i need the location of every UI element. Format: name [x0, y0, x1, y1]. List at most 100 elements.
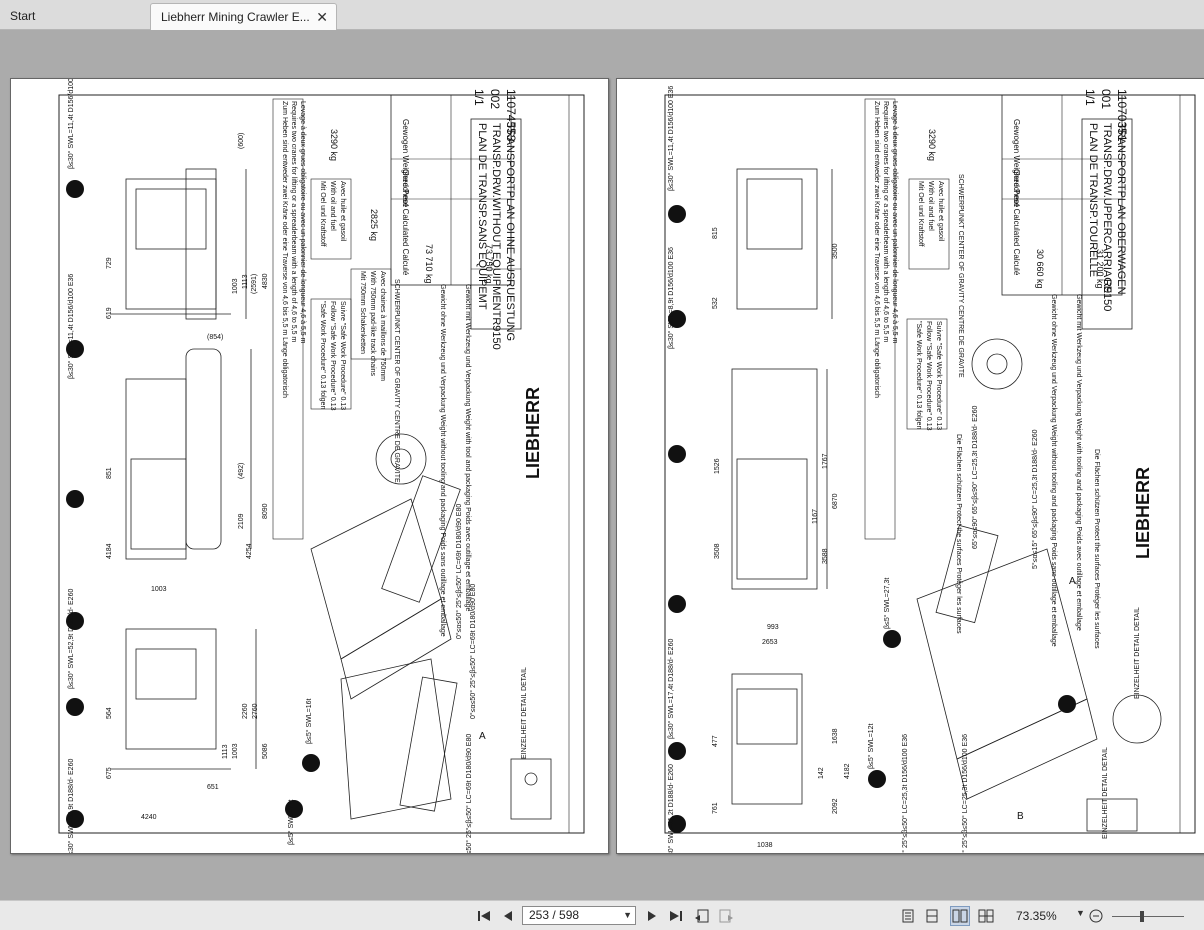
right-top-view-drawing	[736, 168, 833, 319]
next-page-icon	[648, 911, 656, 921]
right-swp-en: Follow "Safe Work Procedure" 0.13	[925, 321, 932, 431]
bottom-toolbar: 253 / 598 ▼ 73.35% ▼	[0, 900, 1204, 930]
left-lifting-en: Requires two cranes for lifting or a spr…	[290, 101, 297, 342]
left-oil-weight: 3290 kg	[329, 129, 339, 161]
left-shackle-label-3: 0°≤α≤50° 25°≤β≤50° LC=69t D180/d90 E80	[465, 734, 473, 853]
left-shackle-label-2: 0°≤α≤50° 25°≤β≤50° LC=69t D180/d90 E80	[469, 584, 477, 719]
two-page-continuous-view-button[interactable]	[976, 906, 996, 926]
left-oil-de: Mit Oel und Kraftstoff	[319, 181, 326, 247]
zoom-slider-thumb[interactable]	[1140, 911, 1144, 922]
left-chain-weight: 2825 kg	[369, 209, 379, 241]
continuous-view-button[interactable]	[922, 906, 942, 926]
left-side-view-drawing	[125, 348, 252, 560]
left-lifting-fr: Levage à deux grues obligatoire ou avec …	[299, 101, 306, 344]
right-dim-16: 2092	[832, 798, 839, 814]
page-number-input[interactable]: 253 / 598 ▼	[522, 906, 636, 925]
left-note-with-tools: Gewicht mit Werkzeug und Verpackung Weig…	[464, 284, 471, 611]
left-note-no-tools: Gewicht ohne Werkzeug und Verpackung Wei…	[439, 284, 446, 637]
right-hook-label-1: β≤30° SWL=11,4t D156/d100 E36	[667, 86, 675, 191]
right-brand-logo: LIEBHERR	[1133, 467, 1153, 559]
left-dim-11: 2109	[238, 513, 245, 529]
left-oil-en: With oil and fuel	[329, 181, 336, 231]
right-dim-9: 3508	[714, 543, 721, 559]
left-swp-en: Follow "Safe Work Procedure" 0.13	[329, 301, 336, 411]
pdf-page-left: TRANSPORTPLAN OHNE AUSRUESTUNG TRANSP.DR…	[10, 78, 609, 854]
right-detail-a-drawing	[1112, 694, 1162, 744]
right-title-1: TRANSPORTPLAN OBERWAGEN	[1115, 123, 1127, 295]
right-index: 001	[1099, 89, 1113, 109]
left-dim-16: 564	[106, 707, 113, 719]
left-lifting-de: Zum Heben sind entweder zwei Kräne oder …	[281, 101, 288, 398]
first-page-button[interactable]	[474, 906, 494, 926]
zoom-slider-track[interactable]	[1112, 916, 1184, 917]
right-dim-8: 3588	[822, 548, 829, 564]
left-sheet: 1/1	[472, 89, 486, 106]
left-dim-23: 651	[207, 784, 219, 791]
left-chain-en: With 750mm pad-like track chains	[369, 271, 376, 377]
left-hook-label-3: β≤30° SWL=52,9t D188/d- E260	[67, 589, 75, 689]
right-protect-1: Die Flächen schützen Protect the surface…	[955, 434, 962, 634]
chevron-down-icon[interactable]: ▼	[1076, 908, 1085, 918]
right-swp-fr: Suivre "Safe Work Procedure" 0.13	[935, 321, 942, 430]
right-hook-label-6: β≤5° SWL=12t	[867, 723, 875, 769]
previous-page-button[interactable]	[498, 906, 518, 926]
right-detail-a-label: EINZELHEIT DETAIL DETAIL	[1134, 607, 1141, 699]
left-weight-weighed-header: Gewogen Weighed Pesé	[401, 119, 410, 208]
right-cog-diagram	[971, 338, 1023, 390]
right-iso-view-drawing	[916, 524, 1098, 800]
left-top-view-drawing	[111, 168, 247, 320]
right-shackle-label-3: 0°≤α≤50° 25°≤β≤50° LC=25,3t D156/d100 E3…	[901, 734, 909, 853]
left-dim-9: 851	[106, 467, 113, 479]
right-oil-fr: Avec huile et gasoil	[937, 181, 944, 242]
left-hook-label-4: β≤30° SWL=52,9t D188/d- E260	[67, 759, 75, 853]
single-page-view-button[interactable]	[898, 906, 918, 926]
left-dim-22: 675	[106, 767, 113, 779]
right-weight-with: 31 200 kg	[1095, 249, 1105, 289]
left-dim-17: 2260	[242, 703, 249, 719]
left-dim-10: (492)	[238, 463, 245, 479]
left-weight-without: 73 710 kg	[424, 244, 434, 284]
left-iso-view-2-drawing	[340, 658, 458, 820]
continuous-page-icon	[926, 909, 938, 923]
tab-start-label: Start	[10, 9, 36, 23]
right-dim-3: 532	[712, 297, 719, 309]
right-dim-12: 477	[712, 735, 719, 747]
left-cog: SCHWERPUNKT CENTER OF GRAVITY CENTRE DE …	[393, 279, 400, 483]
right-note-no-tools: Gewicht ohne Werkzeug und Verpackung Wei…	[1050, 294, 1057, 647]
left-dim-5: (2591)	[251, 274, 258, 294]
zoom-level[interactable]: 73.35%	[1016, 909, 1057, 923]
right-dim-5: 1767	[822, 453, 829, 469]
left-oil-fr: Avec huile et gasoil	[339, 181, 346, 242]
left-hook-label-2: β≤30° SWL=11,4t D156/d100 E36	[67, 274, 75, 379]
right-shackle-label-2: 5°≤α≤15° 65°≤β≤90° LC=25,3t D188/d- E260	[1031, 429, 1039, 569]
right-lifting-fr: Levage à deux grues obligatoire ou avec …	[891, 101, 898, 344]
left-dim-4: 1113	[242, 274, 249, 289]
back-view-icon	[695, 909, 709, 923]
tab-bar: Start Liebherr Mining Crawler E... ✕	[0, 0, 1204, 30]
go-forward-view-button[interactable]	[716, 906, 736, 926]
tab-document[interactable]: Liebherr Mining Crawler E... ✕	[150, 3, 337, 30]
forward-view-icon	[719, 909, 733, 923]
right-dim-13: 1638	[832, 728, 839, 744]
left-title-1: TRANSPORTPLAN OHNE AUSRUESTUNG	[504, 123, 516, 341]
right-weight-weighed-header: Gewogen Weighed Pesé	[1012, 119, 1021, 208]
left-hook-label-6: β≤5° SWL=77t	[287, 799, 295, 845]
left-brand-logo: LIEBHERR	[523, 387, 543, 479]
left-dim-7: 4830	[262, 273, 269, 289]
tab-start[interactable]: Start	[0, 3, 150, 30]
right-lifting-de: Zum Heben sind entweder zwei Kräne oder …	[873, 101, 880, 398]
zoom-out-button[interactable]	[1086, 906, 1106, 926]
right-dim-18: 1038	[757, 842, 773, 849]
right-detail-b-label: EINZELHEIT DETAIL DETAIL	[1102, 747, 1109, 839]
last-page-button[interactable]	[666, 906, 686, 926]
go-back-view-button[interactable]	[692, 906, 712, 926]
chevron-down-icon[interactable]: ▼	[623, 907, 632, 924]
document-viewer[interactable]: TRANSPORTPLAN OHNE AUSRUESTUNG TRANSP.DR…	[0, 30, 1204, 900]
right-dim-15: 4182	[844, 763, 851, 779]
two-page-view-button[interactable]	[950, 906, 970, 926]
next-page-button[interactable]	[642, 906, 662, 926]
left-chain-de: Mit 750mm Schakenketten	[359, 271, 366, 354]
left-iso-view-1-drawing	[310, 475, 461, 700]
close-icon[interactable]: ✕	[316, 4, 328, 30]
right-hook-label-4: β≤30° SWL=11,2t D188/d- E260	[667, 764, 675, 853]
